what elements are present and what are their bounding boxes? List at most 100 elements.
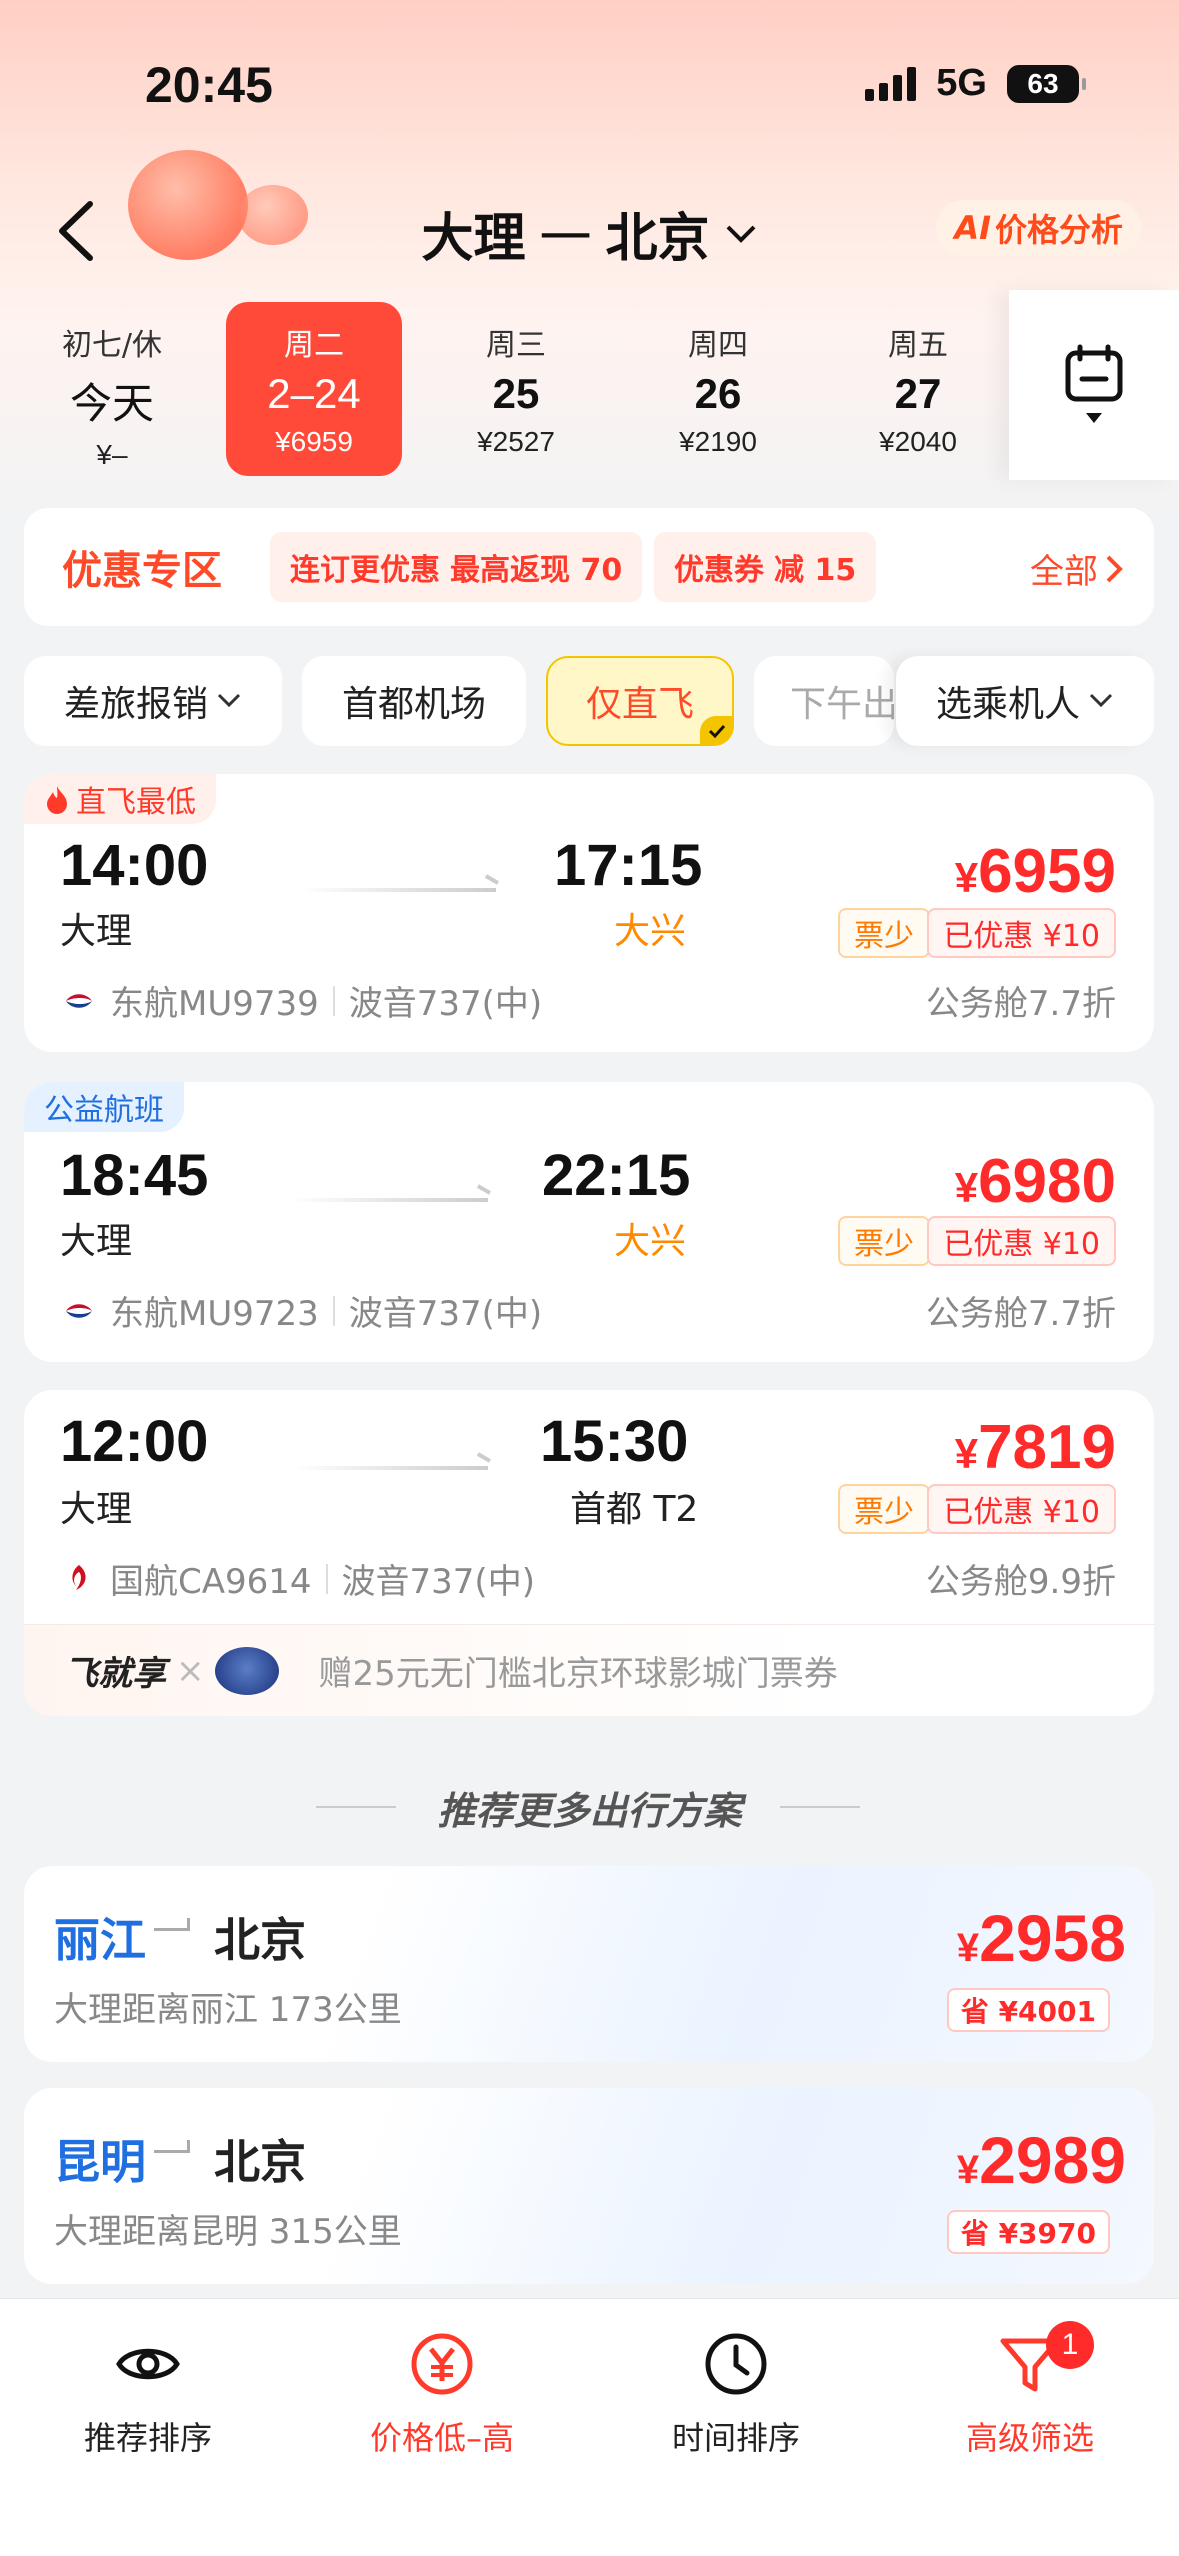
ai-price-analysis-button[interactable]: AI 价格分析 bbox=[936, 200, 1141, 256]
date-price: ¥6959 bbox=[275, 426, 353, 457]
eye-icon bbox=[116, 2348, 180, 2380]
filter-chip-select-passenger[interactable]: 选乘机人 bbox=[896, 656, 1154, 746]
aircraft-type: 波音737(中) bbox=[348, 984, 543, 1024]
filter-chip-travel-reimbursement[interactable]: 差旅报销 bbox=[24, 656, 282, 746]
flight-card[interactable]: 12:00 大理 15:30 首都 T2 ¥7819 票少 已优惠 ¥10 国航… bbox=[24, 1390, 1154, 1716]
date-cell[interactable]: 周四 26 ¥2190 bbox=[630, 302, 806, 476]
date-cell-today[interactable]: 初七/休 今天 ¥– bbox=[24, 302, 200, 476]
filter-chip-capital-airport[interactable]: 首都机场 bbox=[302, 656, 526, 746]
date-weekday: 周二 bbox=[284, 328, 344, 363]
promo-title: 优惠专区 bbox=[62, 548, 222, 594]
recommend-distance: 大理距离丽江 173公里 bbox=[54, 1990, 402, 2030]
yen-icon bbox=[411, 2333, 473, 2395]
date-weekday: 周五 bbox=[888, 328, 948, 363]
ai-label: AI bbox=[954, 209, 991, 247]
filter-chip-label: 首都机场 bbox=[341, 684, 486, 725]
promo-chip-label: 连订更优惠 bbox=[290, 553, 440, 588]
tab-label: 价格低–高 bbox=[369, 2419, 514, 2457]
route-arrow bbox=[292, 1198, 488, 1202]
savings-badge: 省 ¥4001 bbox=[946, 1988, 1110, 2032]
date-strip: 初七/休 今天 ¥– 周二 2–24 ¥6959 周三 25 ¥2527 周四 … bbox=[0, 290, 1179, 480]
universal-studios-logo-icon bbox=[214, 1646, 279, 1695]
promo-chip-value: 最高返现 70 bbox=[450, 553, 623, 588]
calendar-button[interactable] bbox=[1009, 290, 1179, 480]
divider bbox=[332, 985, 335, 1016]
departure-time: 12:00 bbox=[60, 1409, 209, 1474]
flight-card[interactable]: 直飞最低 14:00 大理 17:15 大兴 ¥6959 票少 已优惠 ¥10 … bbox=[24, 774, 1154, 1052]
price-value: 6980 bbox=[978, 1147, 1116, 1216]
tab-recommend-sort[interactable]: 推荐排序 bbox=[38, 2329, 258, 2459]
tab-label: 时间排序 bbox=[671, 2419, 800, 2457]
date-cell-selected[interactable]: 周二 2–24 ¥6959 bbox=[226, 302, 402, 476]
perk-description: 赠25元无门槛北京环球影城门票券 bbox=[318, 1654, 838, 1694]
filter-chip-label: 仅直飞 bbox=[585, 684, 694, 725]
promo-chip-rebate[interactable]: 连订更优惠 最高返现 70 bbox=[270, 532, 643, 602]
savings-badge: 省 ¥3970 bbox=[946, 2210, 1110, 2254]
recommend-destination: 北京 bbox=[214, 2135, 306, 2189]
perk-banner[interactable]: 飞就享 × 赠25元无门槛北京环球影城门票券 bbox=[24, 1624, 1154, 1716]
tab-advanced-filter[interactable]: 高级筛选 1 bbox=[920, 2321, 1140, 2459]
departure-airport: 大理 bbox=[60, 1489, 133, 1530]
chevron-down-icon bbox=[1089, 693, 1113, 708]
perk-times-sign: × bbox=[176, 1650, 205, 1691]
chevron-down-icon bbox=[217, 693, 241, 708]
filter-chip-afternoon[interactable]: 下午出 bbox=[754, 656, 894, 746]
air-china-logo-icon bbox=[72, 1564, 86, 1590]
filter-chip-direct-only[interactable]: 仅直飞 bbox=[546, 656, 734, 746]
recommend-card[interactable]: 丽江 北京 大理距离丽江 173公里 ¥2958 省 ¥4001 bbox=[24, 1866, 1154, 2062]
arrival-airport: 大兴 bbox=[614, 911, 687, 952]
arrow-right-icon bbox=[154, 1918, 190, 1931]
flight-price: ¥7819 bbox=[955, 1412, 1116, 1483]
china-eastern-logo-icon bbox=[66, 1303, 92, 1318]
arrival-time: 22:15 bbox=[542, 1143, 691, 1208]
tab-price-low-high[interactable]: 价格低–高 bbox=[332, 2329, 552, 2459]
date-price: ¥– bbox=[96, 439, 128, 470]
date-cell[interactable]: 周五 27 ¥2040 bbox=[830, 302, 1006, 476]
aircraft-type: 波音737(中) bbox=[341, 1562, 535, 1602]
discount-badge: 已优惠 ¥10 bbox=[927, 1216, 1116, 1266]
destination-city: 北京 bbox=[605, 209, 710, 269]
battery-icon: 63 bbox=[1007, 64, 1086, 103]
currency-symbol: ¥ bbox=[956, 2148, 980, 2192]
promo-chip-label: 优惠券 bbox=[674, 553, 764, 588]
arrival-airport: 首都 T2 bbox=[570, 1489, 699, 1530]
date-cell[interactable]: 周三 25 ¥2527 bbox=[428, 302, 604, 476]
route-arrow bbox=[292, 1466, 488, 1470]
chevron-down-icon bbox=[726, 225, 755, 243]
date-weekday: 周三 bbox=[486, 328, 546, 363]
promo-banner[interactable]: 优惠专区 连订更优惠 最高返现 70 优惠券 减 15 全部 bbox=[24, 508, 1154, 626]
recommend-origin: 昆明 bbox=[54, 2135, 146, 2189]
route-separator: 一 bbox=[539, 209, 592, 269]
price-value: 2958 bbox=[979, 1901, 1126, 1975]
flight-price: ¥6959 bbox=[955, 836, 1116, 907]
filter-chip-label: 差旅报销 bbox=[63, 684, 208, 725]
tab-time-sort[interactable]: 时间排序 bbox=[626, 2329, 846, 2459]
few-tickets-badge: 票少 bbox=[838, 1216, 930, 1266]
flight-tag-label: 直飞最低 bbox=[76, 785, 196, 820]
filter-chip-label: 选乘机人 bbox=[935, 684, 1080, 725]
divider bbox=[332, 1295, 335, 1326]
promo-all-link[interactable]: 全部 bbox=[1030, 544, 1124, 593]
china-eastern-logo-icon bbox=[66, 993, 92, 1008]
few-tickets-badge: 票少 bbox=[838, 908, 930, 958]
status-time: 20:45 bbox=[145, 57, 273, 113]
perk-title: 飞就享 bbox=[64, 1654, 166, 1694]
network-type: 5G bbox=[936, 62, 987, 104]
discount-badge: 已优惠 ¥10 bbox=[927, 1484, 1116, 1534]
date-weekday: 周四 bbox=[688, 328, 748, 363]
flight-card[interactable]: 公益航班 18:45 大理 22:15 大兴 ¥6980 票少 已优惠 ¥10 … bbox=[24, 1082, 1154, 1362]
chevron-right-icon bbox=[1106, 555, 1123, 582]
promo-chip-coupon[interactable]: 优惠券 减 15 bbox=[654, 532, 877, 602]
flame-icon bbox=[47, 786, 67, 814]
flight-tag: 直飞最低 bbox=[24, 774, 216, 824]
recommend-card[interactable]: 昆明 北京 大理距离昆明 315公里 ¥2989 省 ¥3970 bbox=[24, 2088, 1154, 2284]
date-weekday: 初七/休 bbox=[61, 328, 163, 363]
flight-price: ¥6980 bbox=[955, 1146, 1116, 1217]
currency-symbol: ¥ bbox=[954, 854, 979, 901]
flight-number: 东航MU9739 bbox=[110, 984, 319, 1024]
date-day: 今天 bbox=[69, 380, 154, 427]
origin-city: 大理 bbox=[421, 209, 526, 269]
filter-chip-label: 下午出 bbox=[790, 684, 894, 725]
date-price: ¥2527 bbox=[477, 426, 555, 457]
recommend-heading: 推荐更多出行方案 bbox=[437, 1789, 742, 1833]
